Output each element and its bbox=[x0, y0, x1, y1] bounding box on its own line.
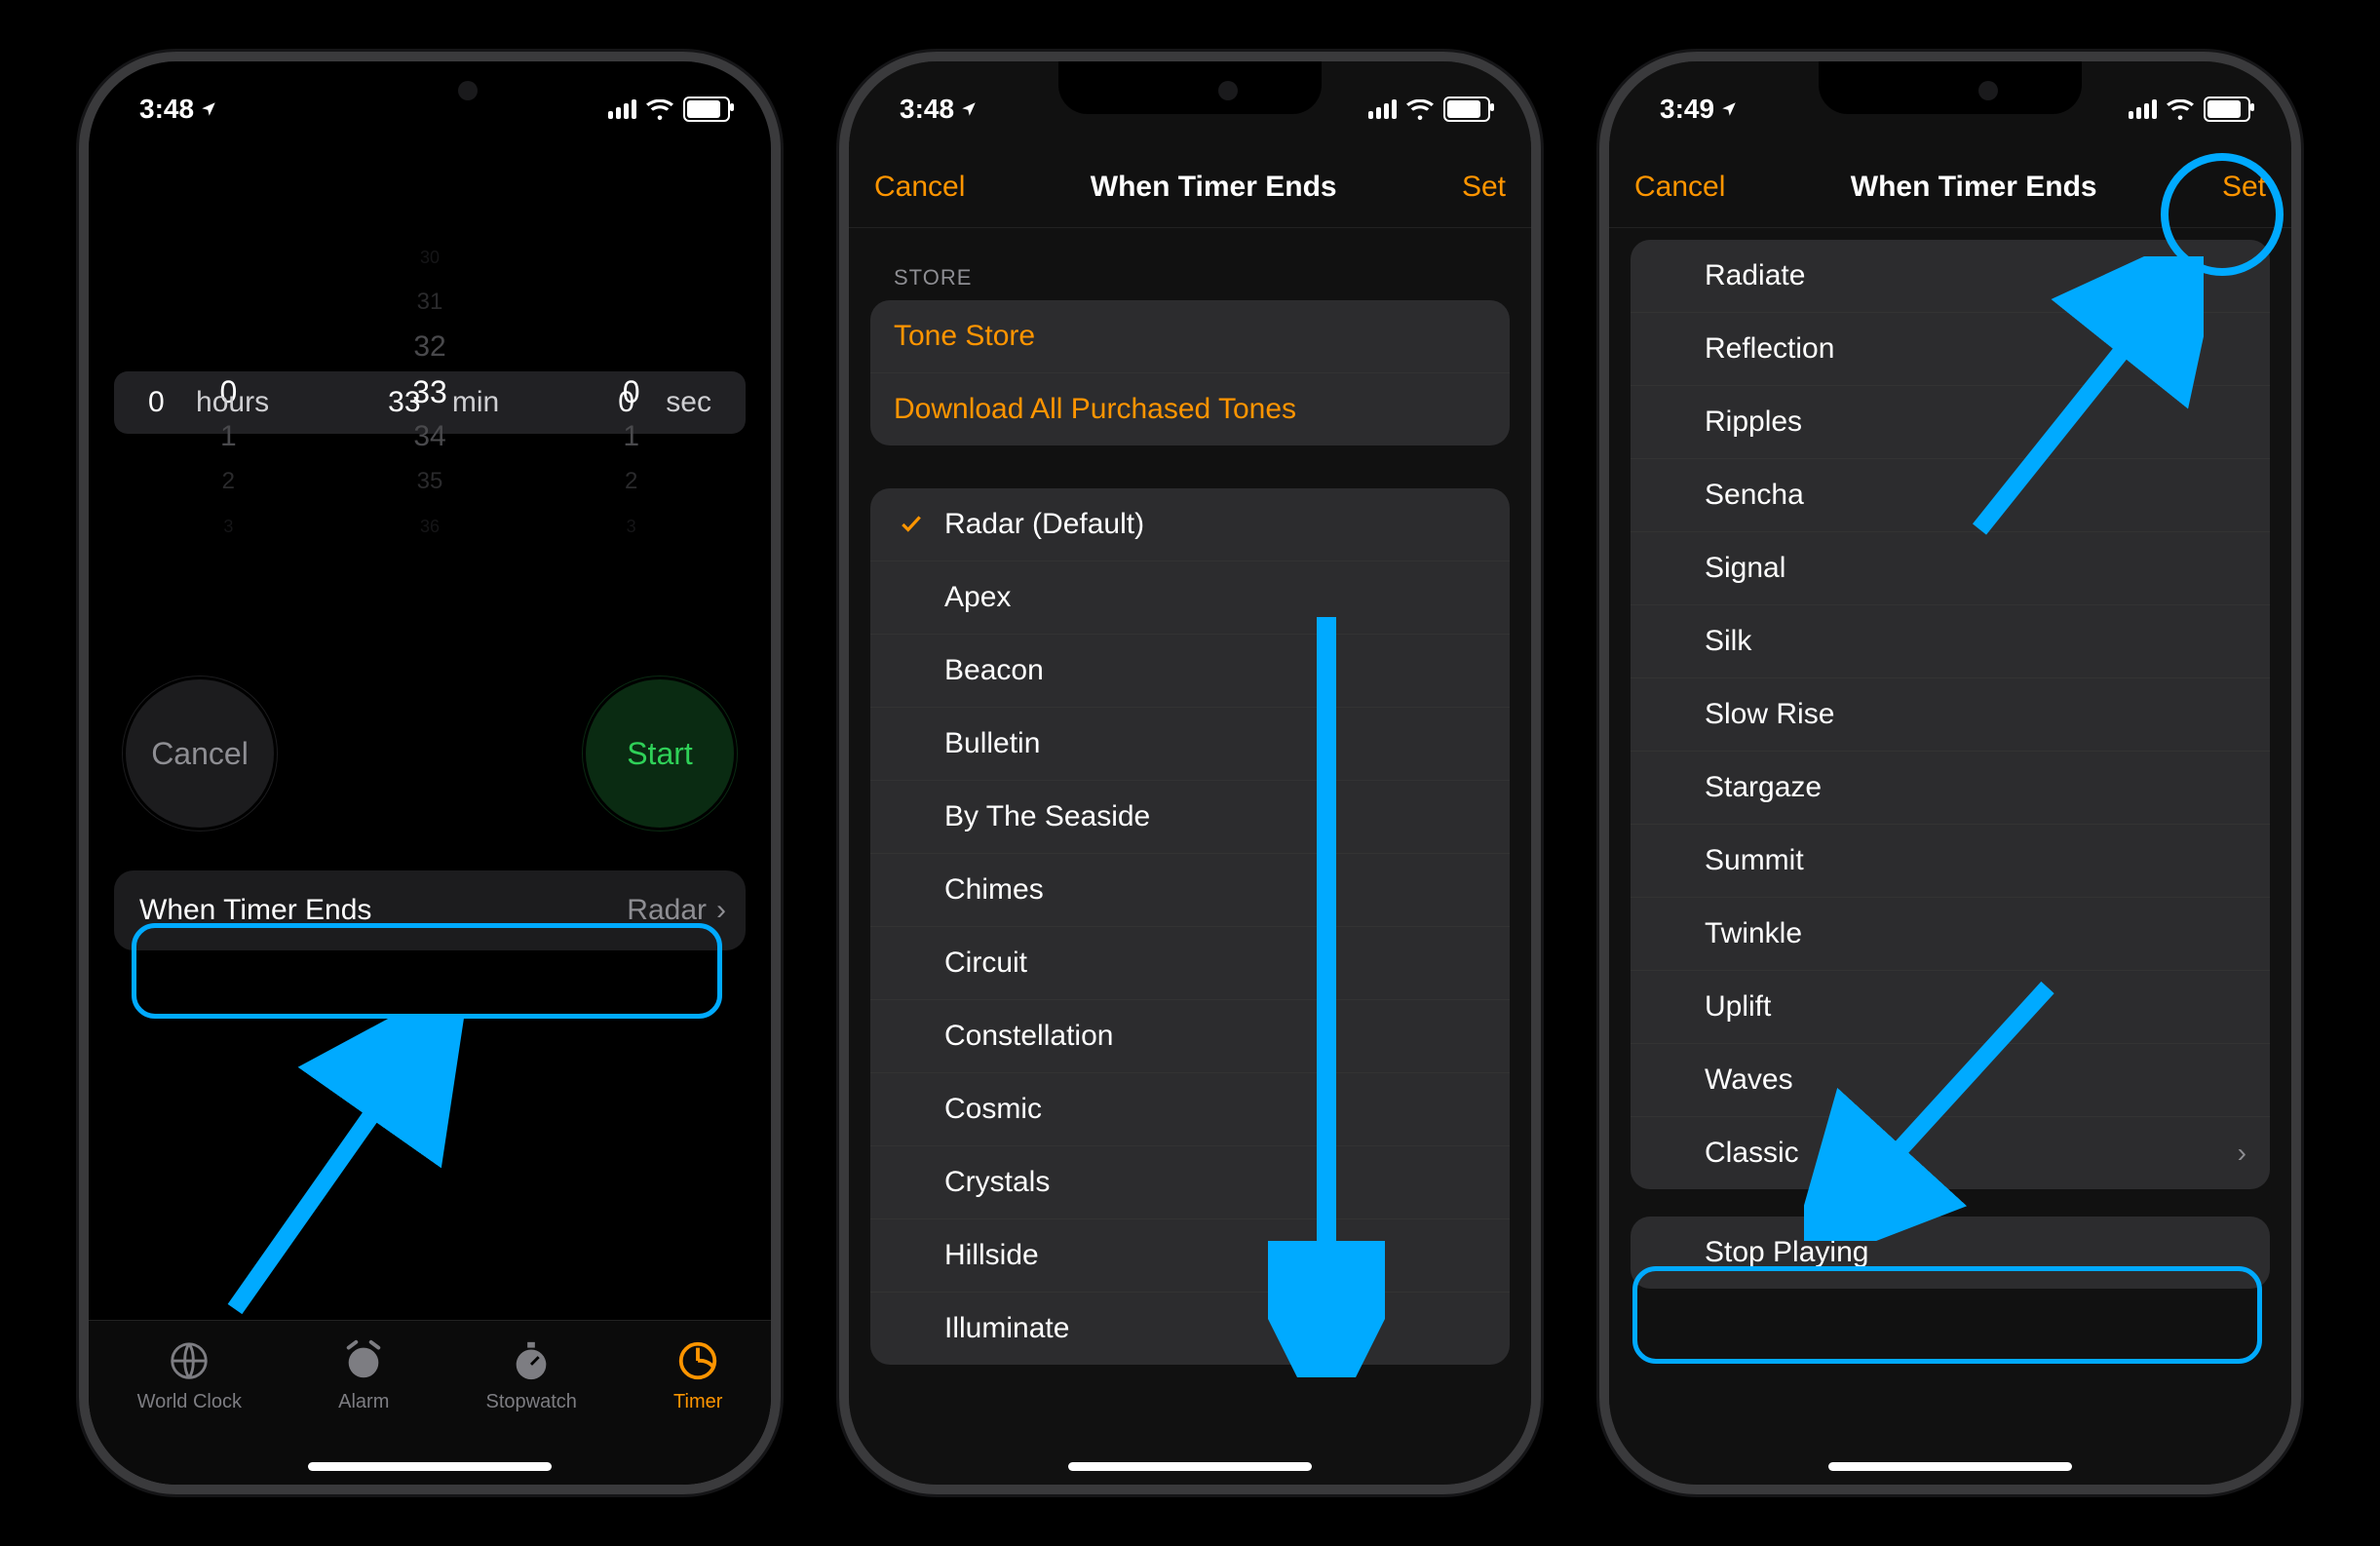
home-indicator[interactable] bbox=[1068, 1462, 1312, 1471]
notch bbox=[298, 61, 561, 114]
tone-store-row[interactable]: Tone Store bbox=[870, 300, 1510, 373]
when-timer-ends-value: Radar bbox=[627, 894, 707, 927]
when-timer-ends-row[interactable]: When Timer Ends Radar › bbox=[114, 870, 746, 950]
iphone-frame-3: 3:49 Cancel When Timer Ends Set Ra bbox=[1599, 52, 2301, 1494]
notch bbox=[1058, 61, 1322, 114]
chevron-right-icon: › bbox=[716, 894, 726, 927]
tone-row[interactable]: Uplift bbox=[1631, 971, 2270, 1044]
classic-row[interactable]: Classic › bbox=[1631, 1117, 2270, 1189]
tone-row[interactable]: Twinkle bbox=[1631, 898, 2270, 971]
tones-group: Radar (Default) Apex Beacon Bulletin By … bbox=[870, 488, 1510, 1365]
tab-world-clock[interactable]: World Clock bbox=[137, 1338, 242, 1413]
home-indicator[interactable] bbox=[1828, 1462, 2072, 1471]
status-time: 3:49 bbox=[1660, 94, 1714, 125]
alarm-icon bbox=[341, 1338, 386, 1383]
download-tones-row[interactable]: Download All Purchased Tones bbox=[870, 373, 1510, 445]
tab-alarm[interactable]: Alarm bbox=[338, 1338, 389, 1413]
battery-icon bbox=[2204, 97, 2250, 122]
tone-row[interactable]: Constellation bbox=[870, 1000, 1510, 1073]
tone-row[interactable]: Sencha bbox=[1631, 459, 2270, 532]
navbar: Cancel When Timer Ends Set bbox=[849, 147, 1531, 228]
tone-row[interactable]: Radar (Default) bbox=[870, 488, 1510, 561]
cell-signal-icon bbox=[608, 99, 636, 119]
tone-row[interactable]: Illuminate bbox=[870, 1293, 1510, 1365]
battery-icon bbox=[1443, 97, 1490, 122]
tone-row[interactable]: Cosmic bbox=[870, 1073, 1510, 1146]
battery-icon bbox=[683, 97, 730, 122]
chevron-right-icon: › bbox=[2238, 1138, 2246, 1169]
status-time: 3:48 bbox=[139, 94, 194, 125]
tone-picker-screen-bottom: Cancel When Timer Ends Set Radiate Refle… bbox=[1609, 61, 2291, 1485]
tone-row[interactable]: Silk bbox=[1631, 605, 2270, 678]
iphone-frame-1: 3:48 bbox=[79, 52, 781, 1494]
stop-playing-group: Stop Playing bbox=[1631, 1217, 2270, 1289]
tone-row[interactable]: Ripples bbox=[1631, 386, 2270, 459]
navbar: Cancel When Timer Ends Set bbox=[1609, 147, 2291, 228]
tone-row[interactable]: By The Seaside bbox=[870, 781, 1510, 854]
tab-stopwatch[interactable]: Stopwatch bbox=[486, 1338, 577, 1413]
tone-picker-screen-top: Cancel When Timer Ends Set STORE Tone St… bbox=[849, 61, 1531, 1485]
status-time: 3:48 bbox=[900, 94, 954, 125]
notch bbox=[1819, 61, 2082, 114]
stop-playing-row[interactable]: Stop Playing bbox=[1631, 1217, 2270, 1289]
location-arrow-icon bbox=[960, 100, 978, 118]
home-indicator[interactable] bbox=[308, 1462, 552, 1471]
iphone-frame-2: 3:48 Cancel When Timer Ends Set STORE bbox=[839, 52, 1541, 1494]
tone-row[interactable]: Bulletin bbox=[870, 708, 1510, 781]
nav-set-button[interactable]: Set bbox=[2222, 171, 2266, 204]
location-arrow-icon bbox=[1720, 100, 1738, 118]
nav-cancel-button[interactable]: Cancel bbox=[1634, 171, 1725, 204]
checkmark-icon bbox=[894, 512, 929, 537]
tone-row[interactable]: Circuit bbox=[870, 927, 1510, 1000]
store-group: Tone Store Download All Purchased Tones bbox=[870, 300, 1510, 445]
tone-row[interactable]: Reflection bbox=[1631, 313, 2270, 386]
wifi-icon bbox=[2167, 99, 2194, 119]
tone-row[interactable]: Crystals bbox=[870, 1146, 1510, 1219]
tab-bar: World Clock Alarm Stopwatch Timer bbox=[89, 1320, 771, 1485]
cell-signal-icon bbox=[2129, 99, 2157, 119]
tone-row[interactable]: Summit bbox=[1631, 825, 2270, 898]
cancel-button[interactable]: Cancel bbox=[122, 676, 278, 831]
section-header-store: STORE bbox=[894, 265, 1510, 290]
tones-group: Radiate Reflection Ripples Sencha Signal… bbox=[1631, 240, 2270, 1189]
when-timer-ends-label: When Timer Ends bbox=[139, 894, 371, 927]
tone-row[interactable]: Waves bbox=[1631, 1044, 2270, 1117]
start-button[interactable]: Start bbox=[582, 676, 738, 831]
wifi-icon bbox=[1406, 99, 1434, 119]
stopwatch-icon bbox=[509, 1338, 554, 1383]
timer-icon bbox=[675, 1338, 720, 1383]
tone-row[interactable]: Stargaze bbox=[1631, 752, 2270, 825]
nav-title: When Timer Ends bbox=[1091, 171, 1337, 204]
wifi-icon bbox=[646, 99, 673, 119]
location-arrow-icon bbox=[200, 100, 217, 118]
tone-row[interactable]: Beacon bbox=[870, 635, 1510, 708]
tone-row[interactable]: Signal bbox=[1631, 532, 2270, 605]
tone-row[interactable]: Apex bbox=[870, 561, 1510, 635]
globe-icon bbox=[167, 1338, 211, 1383]
nav-title: When Timer Ends bbox=[1851, 171, 2097, 204]
timer-screen: 0 1 2 3 30 31 32 33 34 35 36 bbox=[89, 61, 771, 1485]
tone-row[interactable]: Hillside bbox=[870, 1219, 1510, 1293]
timer-picker[interactable]: 0 1 2 3 30 31 32 33 34 35 36 bbox=[89, 227, 771, 578]
tab-timer[interactable]: Timer bbox=[673, 1338, 722, 1413]
nav-set-button[interactable]: Set bbox=[1462, 171, 1506, 204]
cell-signal-icon bbox=[1368, 99, 1397, 119]
nav-cancel-button[interactable]: Cancel bbox=[874, 171, 965, 204]
tone-row[interactable]: Radiate bbox=[1631, 240, 2270, 313]
tone-row[interactable]: Slow Rise bbox=[1631, 678, 2270, 752]
tone-row[interactable]: Chimes bbox=[870, 854, 1510, 927]
